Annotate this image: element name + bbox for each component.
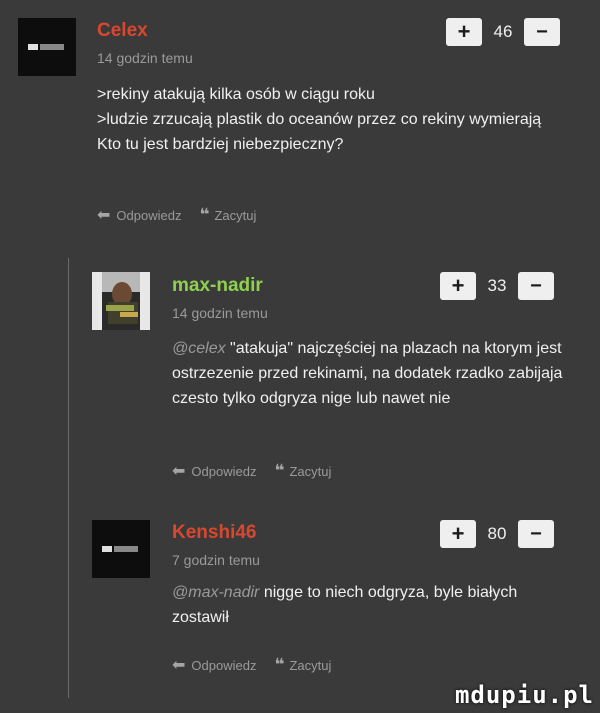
- upvote-button[interactable]: +: [440, 272, 476, 300]
- avatar-logo-icon: [102, 546, 140, 552]
- username[interactable]: Celex: [97, 20, 148, 42]
- user-mention[interactable]: @celex: [172, 340, 226, 357]
- thread-line: [68, 258, 69, 698]
- reply-link[interactable]: Odpowiedz: [116, 208, 181, 223]
- vote-score: 33: [487, 276, 507, 295]
- timestamp[interactable]: 14 godzin temu: [97, 50, 193, 66]
- quote-icon: ❝: [274, 461, 284, 480]
- site-watermark: mdupiu.pl: [454, 681, 594, 709]
- quote-link[interactable]: Zacytuj: [289, 658, 331, 673]
- quote-link[interactable]: Zacytuj: [214, 208, 256, 223]
- avatar[interactable]: [18, 18, 76, 76]
- comment-text: @celex "atakuja" najczęściej na plazach …: [172, 336, 572, 411]
- vote-controls: + 80 −: [440, 520, 554, 548]
- comment-actions: ⬅ Odpowiedz ❝ Zacytuj: [172, 461, 331, 481]
- quote-icon: ❝: [274, 655, 284, 674]
- downvote-button[interactable]: −: [524, 18, 560, 46]
- comment-actions: ⬅ Odpowiedz ❝ Zacytuj: [172, 655, 331, 675]
- quote-icon: ❝: [199, 205, 209, 224]
- quote-link[interactable]: Zacytuj: [289, 464, 331, 479]
- username[interactable]: max-nadir: [172, 275, 263, 297]
- reply-link[interactable]: Odpowiedz: [191, 658, 256, 673]
- vote-controls: + 46 −: [446, 18, 560, 46]
- username[interactable]: Kenshi46: [172, 522, 256, 544]
- reply-arrow-icon: ⬅: [172, 657, 186, 674]
- reply-link[interactable]: Odpowiedz: [191, 464, 256, 479]
- downvote-button[interactable]: −: [518, 520, 554, 548]
- avatar-photo-icon: [92, 272, 150, 330]
- timestamp[interactable]: 7 godzin temu: [172, 552, 260, 568]
- vote-controls: + 33 −: [440, 272, 554, 300]
- vote-score: 46: [493, 22, 513, 41]
- comment-body: "atakuja" najczęściej na plazach na ktor…: [172, 340, 563, 407]
- reply-arrow-icon: ⬅: [172, 463, 186, 480]
- vote-score: 80: [487, 524, 507, 543]
- avatar[interactable]: [92, 520, 150, 578]
- upvote-button[interactable]: +: [440, 520, 476, 548]
- comment-text: @max-nadir nigge to niech odgryza, byle …: [172, 580, 572, 630]
- upvote-button[interactable]: +: [446, 18, 482, 46]
- timestamp[interactable]: 14 godzin temu: [172, 305, 268, 321]
- downvote-button[interactable]: −: [518, 272, 554, 300]
- reply-arrow-icon: ⬅: [97, 207, 111, 224]
- user-mention[interactable]: @max-nadir: [172, 584, 259, 601]
- comment-text: >rekiny atakują kilka osób w ciągu roku …: [97, 86, 542, 153]
- avatar[interactable]: [92, 272, 150, 330]
- comment-actions: ⬅ Odpowiedz ❝ Zacytuj: [97, 205, 256, 225]
- avatar-logo-icon: [28, 44, 66, 50]
